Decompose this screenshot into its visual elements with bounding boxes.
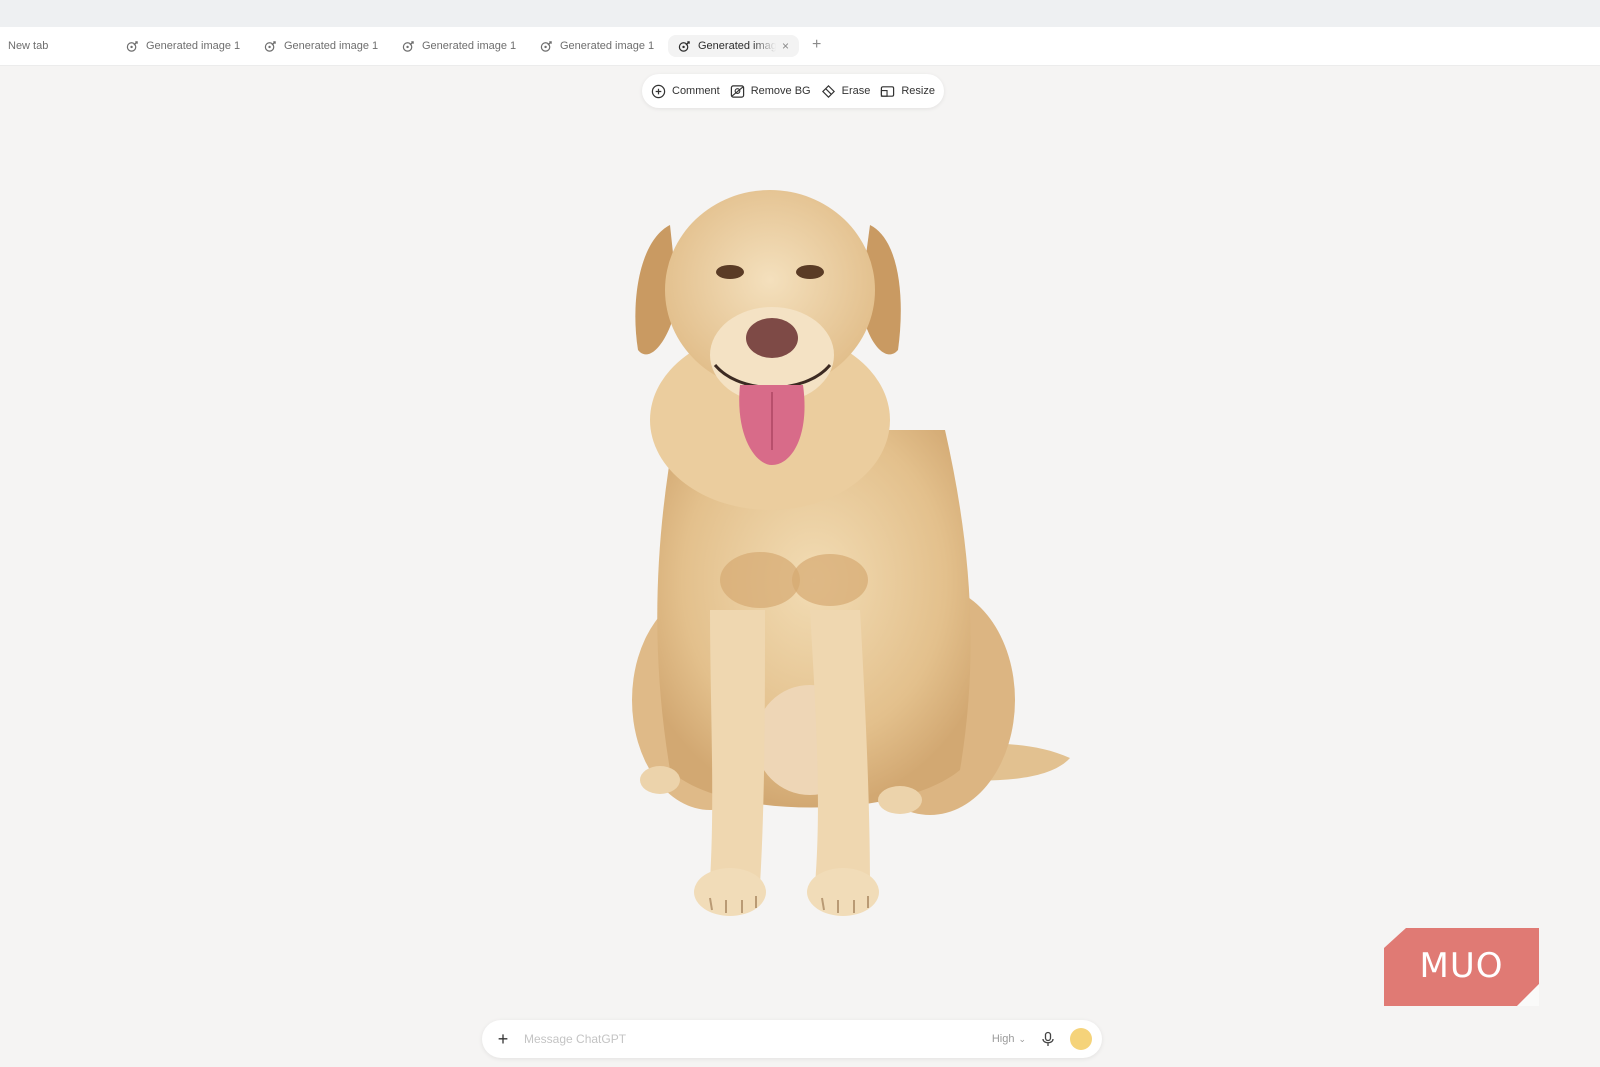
send-button[interactable] <box>1070 1028 1092 1050</box>
erase-button[interactable]: Erase <box>817 84 875 99</box>
quality-label: High <box>991 1033 1015 1045</box>
new-tab-button[interactable]: + <box>812 35 821 55</box>
eraser-icon <box>821 84 835 98</box>
resize-icon <box>881 85 895 97</box>
tab-generated-image[interactable]: Generated image 1 <box>264 35 378 57</box>
remove-bg-icon <box>730 84 744 98</box>
tab-generated-image[interactable]: Generated image 1 <box>126 35 240 57</box>
remove-bg-button[interactable]: Remove BG <box>726 84 815 99</box>
window-top-strip <box>0 0 1600 27</box>
comment-label: Comment <box>672 85 720 97</box>
tab-generated-image[interactable]: Generated image 1 <box>402 35 516 57</box>
resize-label: Resize <box>901 85 935 97</box>
image-gen-icon <box>402 40 414 52</box>
image-gen-icon <box>126 40 138 52</box>
comment-button[interactable]: Comment <box>647 84 724 99</box>
resize-button[interactable]: Resize <box>876 84 939 99</box>
microphone-icon[interactable] <box>1040 1031 1056 1047</box>
image-edit-toolbar: Comment Remove BG Erase Resize <box>642 74 944 108</box>
tab-bar: New tab Generated image 1 Generated imag… <box>0 27 1600 66</box>
muo-watermark: MUO <box>1384 926 1539 1006</box>
image-gen-icon <box>540 40 552 52</box>
tab-label: Generated image 1 <box>560 40 655 52</box>
tab-generated-image[interactable]: Generated image 1 <box>540 35 654 57</box>
tab-label: Generated image 1 <box>146 40 241 52</box>
watermark-logo-text: MUO <box>1419 946 1504 986</box>
generated-image[interactable] <box>560 180 1100 940</box>
tab-generated-image-active[interactable]: Generated image 1 × <box>668 35 800 57</box>
message-input[interactable] <box>522 1031 992 1047</box>
remove-bg-label: Remove BG <box>750 85 811 97</box>
image-gen-icon <box>264 40 276 52</box>
erase-label: Erase <box>841 85 871 97</box>
comment-plus-icon <box>651 84 666 98</box>
app-window: New tab Generated image 1 Generated imag… <box>0 0 1600 1067</box>
message-composer: + High ⌄ <box>482 1020 1102 1058</box>
tab-label: Generated image 1 <box>422 40 517 52</box>
tab-label: Generated image 1 <box>698 40 776 52</box>
quality-dropdown[interactable]: High ⌄ <box>992 1033 1026 1045</box>
dog-image <box>632 190 1070 916</box>
tab-label: Generated image 1 <box>284 40 379 52</box>
add-attachment-button[interactable]: + <box>492 1029 514 1050</box>
image-gen-icon <box>678 40 690 52</box>
close-tab-icon[interactable]: × <box>782 39 789 53</box>
chevron-down-icon: ⌄ <box>1018 1033 1026 1044</box>
tab-new-tab[interactable]: New tab <box>8 35 48 57</box>
tab-label: New tab <box>8 40 49 52</box>
